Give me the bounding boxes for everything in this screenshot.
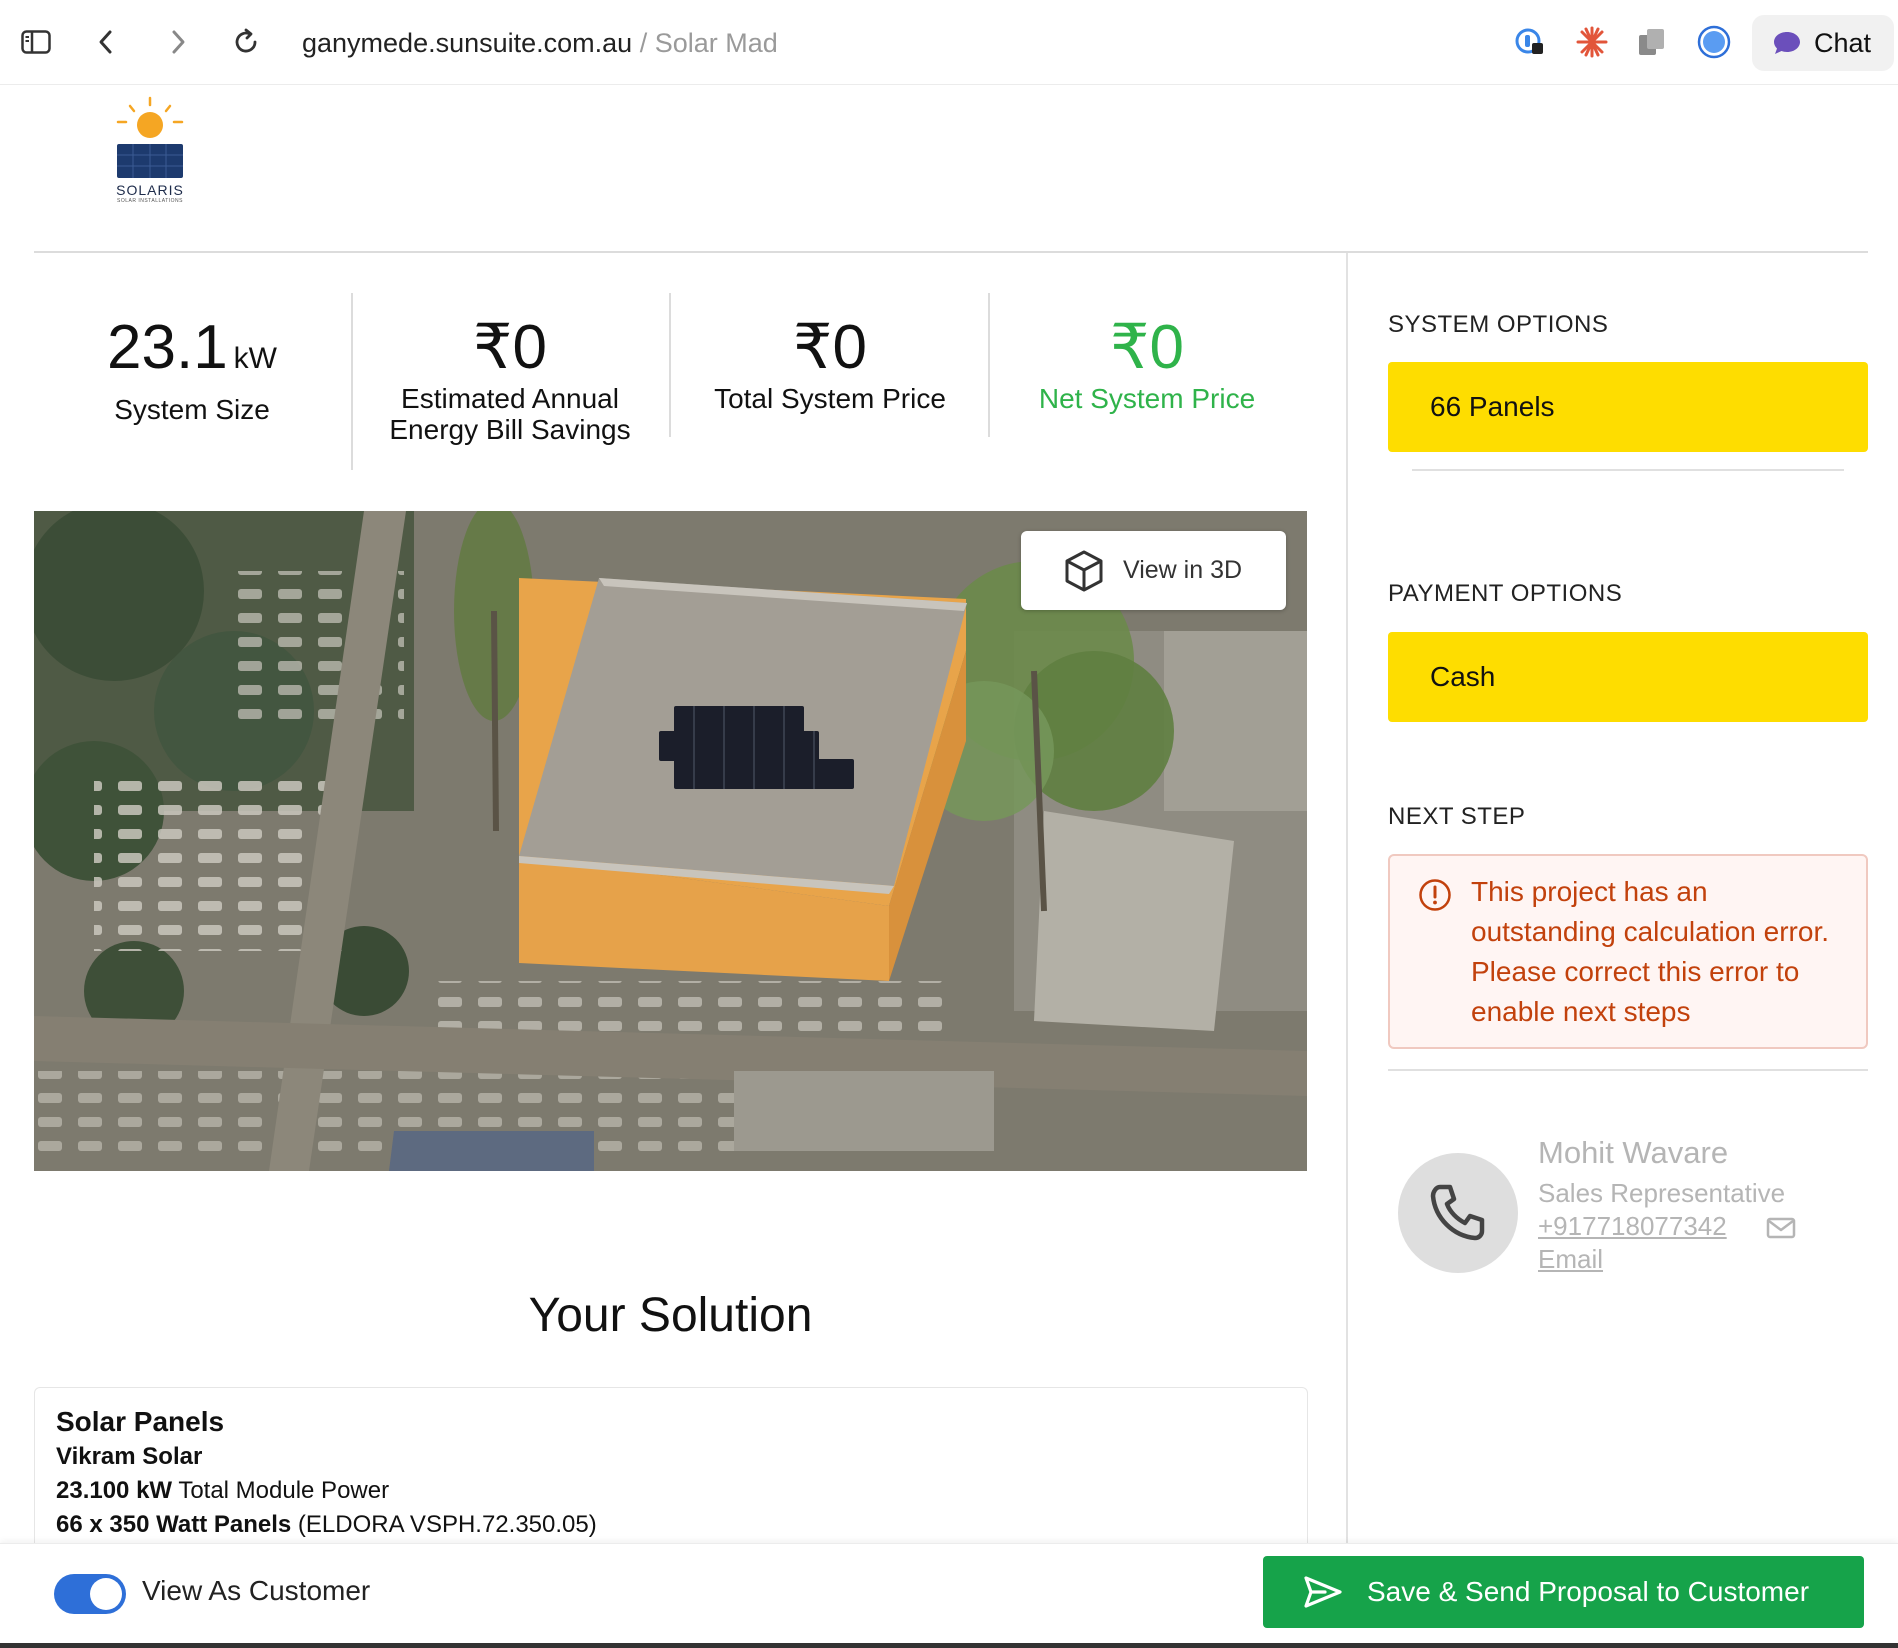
save-send-proposal-button[interactable]: Save & Send Proposal to Customer — [1263, 1556, 1864, 1628]
sidebar-divider — [1346, 253, 1348, 1543]
error-message: This project has an outstanding calculat… — [1471, 876, 1829, 1027]
system-size-label: System Size — [114, 394, 270, 425]
savings-value: ₹0 — [473, 313, 547, 382]
rep-role: Sales Representative — [1538, 1178, 1786, 1208]
password-extension-icon[interactable] — [1510, 22, 1550, 62]
panel-brand: Vikram Solar — [56, 1440, 1286, 1474]
page-title: Solar Mad — [654, 28, 778, 58]
chat-button[interactable]: Chat — [1752, 15, 1894, 71]
payment-option-button[interactable]: Cash — [1388, 632, 1868, 722]
savings-label-line1: Estimated Annual — [401, 383, 619, 414]
reload-icon[interactable] — [226, 22, 266, 62]
stat-total-price: ₹0 Total System Price — [695, 312, 965, 415]
mail-icon — [1766, 1217, 1796, 1244]
error-circle-icon — [1418, 878, 1452, 917]
solution-card-heading: Solar Panels — [56, 1406, 225, 1437]
module-power-text: Total Module Power — [172, 1477, 390, 1504]
logo-tagline: SOLAR INSTALLATIONS — [117, 198, 183, 204]
total-price-label: Total System Price — [714, 383, 946, 414]
total-price-value: ₹0 — [793, 313, 867, 382]
sidebar-toggle-icon[interactable] — [16, 22, 56, 62]
panel-brand-name: Vikram Solar — [56, 1443, 203, 1470]
url-domain: ganymede.sunsuite.com.au — [302, 28, 633, 58]
next-step-title: NEXT STEP — [1388, 803, 1526, 830]
panel-count: 66 x 350 Watt Panels — [56, 1511, 292, 1538]
stat-divider — [988, 293, 990, 437]
window-bottom-edge — [0, 1643, 1898, 1648]
module-power: 23.100 kW Total Module Power — [56, 1474, 1286, 1508]
rep-phone-link[interactable]: +917718077342 — [1538, 1211, 1727, 1242]
stat-divider — [669, 293, 671, 437]
bottom-action-bar: View As Customer Save & Send Proposal to… — [0, 1543, 1898, 1644]
save-send-proposal-label: Save & Send Proposal to Customer — [1367, 1576, 1810, 1607]
send-icon — [1303, 1575, 1343, 1609]
chat-bubble-icon — [1772, 29, 1802, 57]
logo-name: SOLARIS — [116, 182, 184, 198]
net-price-label: Net System Price — [1038, 383, 1256, 414]
stat-net-price: ₹0 Net System Price — [1012, 312, 1282, 415]
circle-extension-icon[interactable] — [1694, 22, 1734, 62]
copy-extension-icon[interactable] — [1632, 22, 1672, 62]
view-as-customer-label: View As Customer — [142, 1575, 371, 1606]
asterisk-extension-icon[interactable] — [1572, 22, 1612, 62]
savings-label-line2: Energy Bill Savings — [389, 414, 631, 445]
url-separator: / — [632, 28, 655, 58]
view-in-3d-label: View in 3D — [1123, 556, 1243, 584]
header-divider — [34, 251, 1868, 253]
rep-avatar — [1398, 1153, 1518, 1273]
panel-model: (ELDORA VSPH.72.350.05) — [291, 1511, 597, 1538]
back-icon[interactable] — [86, 22, 126, 62]
calculation-error-alert: This project has an outstanding calculat… — [1388, 854, 1868, 1049]
address-bar[interactable]: ganymede.sunsuite.com.au / Solar Mad — [302, 26, 778, 60]
satellite-map[interactable] — [34, 511, 1307, 1171]
view-as-customer-toggle[interactable] — [54, 1574, 126, 1614]
browser-toolbar: ganymede.sunsuite.com.au / Solar Mad Cha… — [0, 0, 1898, 85]
toggle-knob — [90, 1578, 122, 1610]
system-size-value: 23.1 — [107, 313, 228, 382]
system-size-unit: kW — [233, 342, 277, 375]
forward-icon[interactable] — [158, 22, 198, 62]
rep-name: Mohit Wavare — [1538, 1135, 1729, 1170]
stat-annual-savings: ₹0 Estimated Annual Energy Bill Savings — [380, 312, 640, 446]
sun-panel-icon — [116, 96, 184, 178]
module-power-value: 23.100 kW — [56, 1477, 173, 1504]
rep-email-link[interactable]: Email — [1538, 1244, 1603, 1275]
phone-icon — [1430, 1184, 1485, 1241]
net-price-value: ₹0 — [1110, 313, 1184, 382]
solution-title: Your Solution — [528, 1289, 813, 1342]
system-options-title: SYSTEM OPTIONS — [1388, 311, 1609, 338]
stat-divider — [351, 293, 353, 470]
next-step-divider — [1388, 1069, 1868, 1071]
stat-system-size: 23.1 kW System Size — [72, 312, 312, 426]
system-option-button[interactable]: 66 Panels — [1388, 362, 1868, 452]
panel-spec: 66 x 350 Watt Panels (ELDORA VSPH.72.350… — [56, 1508, 1286, 1542]
cube-icon — [1063, 549, 1105, 593]
system-options-divider — [1412, 469, 1844, 471]
view-in-3d-button[interactable]: View in 3D — [1021, 531, 1286, 610]
company-logo: SOLARIS SOLAR INSTALLATIONS — [108, 96, 192, 208]
payment-options-title: PAYMENT OPTIONS — [1388, 580, 1623, 607]
chat-label: Chat — [1814, 27, 1872, 58]
